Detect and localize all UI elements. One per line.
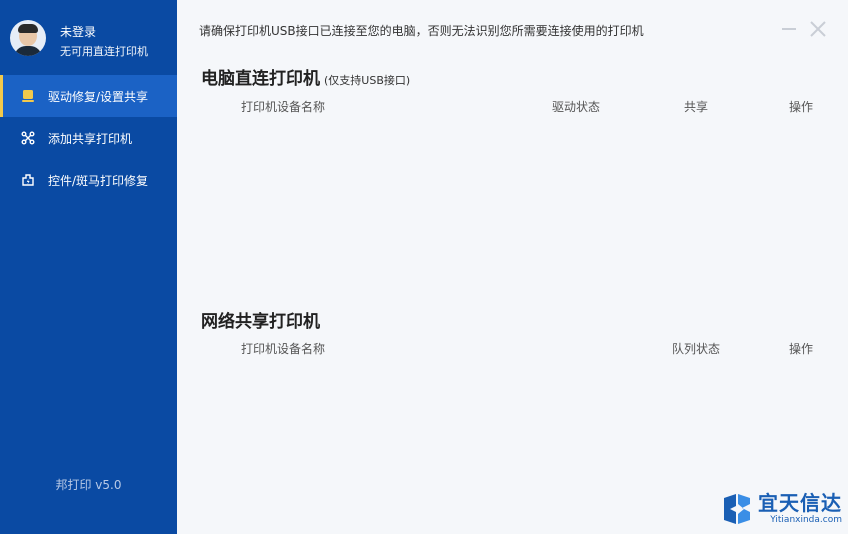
column-header-action: 操作 (789, 342, 814, 356)
sidebar-item-add-shared-printer[interactable]: 添加共享打印机 (0, 117, 177, 159)
watermark-url: Yitianxinda.com (770, 515, 842, 525)
usb-notice: 请确保打印机USB接口已连接至您的电脑，否则无法识别您所需要连接使用的打印机 (199, 24, 644, 38)
watermark-title: 宜天信达 (758, 491, 842, 515)
brand-logo-icon (724, 494, 750, 524)
close-icon (810, 21, 826, 37)
user-panel[interactable]: 未登录 无可用直连打印机 (10, 20, 148, 59)
sidebar-item-label: 控件/斑马打印修复 (48, 173, 149, 188)
column-header-share: 共享 (684, 100, 709, 114)
sidebar-item-label: 添加共享打印机 (48, 131, 133, 146)
sidebar: 未登录 无可用直连打印机 驱动修复/设置共享 添加共享打印机 控件/斑马打印修复… (0, 0, 177, 534)
watermark-logo: 宜天信达 Yitianxinda.com (720, 492, 842, 526)
sidebar-item-control-repair[interactable]: 控件/斑马打印修复 (0, 159, 177, 201)
user-name: 未登录 (60, 25, 97, 39)
column-header-driver-status: 驱动状态 (552, 100, 601, 114)
minimize-button[interactable] (781, 20, 797, 36)
driver-icon (20, 88, 36, 104)
network-icon (20, 130, 36, 146)
main-panel: 请确保打印机USB接口已连接至您的电脑，否则无法识别您所需要连接使用的打印机 电… (177, 0, 848, 534)
sidebar-item-label: 驱动修复/设置共享 (48, 89, 149, 104)
repair-icon (20, 172, 36, 188)
column-header-device-name: 打印机设备名称 (241, 342, 326, 356)
direct-printer-title: 电脑直连打印机 (仅支持USB接口) (201, 64, 410, 89)
column-header-queue-status: 队列状态 (672, 342, 721, 356)
column-header-device-name: 打印机设备名称 (241, 100, 326, 114)
user-subtitle: 无可用直连打印机 (60, 45, 148, 58)
sidebar-nav: 驱动修复/设置共享 添加共享打印机 控件/斑马打印修复 (0, 75, 177, 201)
minimize-icon (782, 28, 796, 30)
column-header-action: 操作 (789, 100, 814, 114)
version-label: 邦打印 v5.0 (55, 478, 122, 492)
avatar[interactable] (10, 20, 46, 56)
close-button[interactable] (809, 20, 827, 38)
direct-subtitle: (仅支持USB接口) (324, 74, 411, 87)
sidebar-item-driver-repair[interactable]: 驱动修复/设置共享 (0, 75, 177, 117)
direct-title-text: 电脑直连打印机 (201, 69, 320, 89)
shared-printer-title: 网络共享打印机 (201, 312, 320, 332)
